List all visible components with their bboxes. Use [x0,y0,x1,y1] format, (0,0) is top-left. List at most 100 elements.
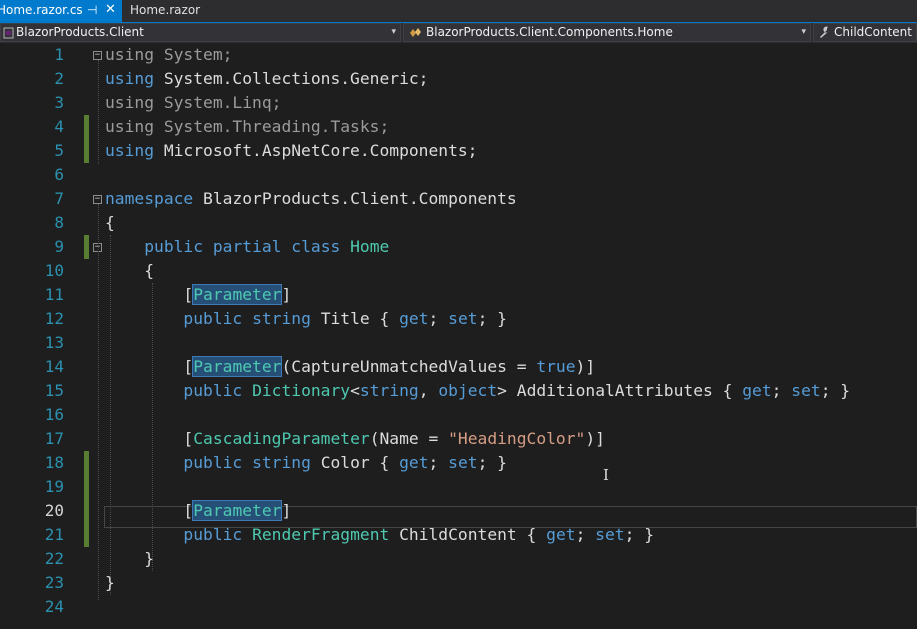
code-token: namespace [105,189,194,208]
code-token: ChildContent { [389,525,547,544]
code-token: set [595,525,625,544]
code-text: [Parameter] [105,283,291,307]
code-line[interactable]: 5 using Microsoft.AspNetCore.Components; [0,139,917,163]
code-line[interactable]: 24 [0,595,917,619]
member-name: ChildContent [834,25,912,39]
code-line[interactable]: 19 [0,475,917,499]
code-token: using System; [105,45,233,64]
code-token: [ [105,357,194,376]
project-dropdown[interactable]: BlazorProducts.Client ▾ [0,23,401,42]
code-line[interactable]: 15 public Dictionary<string, object> Add… [0,379,917,403]
code-token: [ [105,285,194,304]
code-token: Home [350,237,390,256]
chevron-down-icon: ▾ [391,27,396,37]
wrench-icon [818,24,829,41]
code-line[interactable]: 6 [0,163,917,187]
code-text: using System.Threading.Tasks; [105,115,389,139]
code-text: } [105,571,115,595]
line-number: 12 [44,309,64,328]
line-number: 24 [44,597,64,616]
member-dropdown[interactable]: ChildContent [813,23,917,42]
code-line[interactable]: 10 { [0,259,917,283]
code-token: string [252,453,311,472]
code-text: using System.Collections.Generic; [105,67,428,91]
code-token: (Name = [369,429,449,448]
highlighted-symbol: Parameter [192,356,283,377]
code-line[interactable]: 2 using System.Collections.Generic; [0,67,917,91]
code-token: CascadingParameter [193,429,370,448]
code-line[interactable]: 11 [Parameter] [0,283,917,307]
code-text: using System; [105,43,232,67]
code-token: public [144,237,204,256]
code-token: { [105,213,115,232]
code-line[interactable]: 22 } [0,547,917,571]
code-line[interactable]: 12 public string Title { get; set; } [0,307,917,331]
code-line[interactable]: 3 using System.Linq; [0,91,917,115]
tab-home-razor-cs[interactable]: Home.razor.cs ⊣ ✕ [0,0,122,22]
line-number: 22 [44,549,64,568]
code-line[interactable]: 20 [Parameter] [0,499,917,523]
line-number: 21 [44,525,64,544]
code-token: set [448,453,478,472]
code-token: partial [212,237,282,256]
code-token: ; } [477,309,507,328]
code-token: get [399,309,429,328]
code-token: RenderFragment [252,525,390,544]
code-text: namespace BlazorProducts.Client.Componen… [105,187,517,211]
code-text: public Dictionary<string, object> Additi… [105,379,850,403]
line-number: 16 [44,405,64,424]
tab-home-razor[interactable]: Home.razor [124,0,214,22]
code-line[interactable]: 4 using System.Threading.Tasks; [0,115,917,139]
code-line[interactable]: 16 [0,403,917,427]
code-token: Dictionary [252,381,351,400]
line-number: 11 [44,285,64,304]
code-line[interactable]: 17 [CascadingParameter(Name = "HeadingCo… [0,427,917,451]
code-token: using System.Threading.Tasks; [105,117,390,136]
code-token: BlazorProducts.Client.Components [193,189,517,208]
code-token: ; } [477,453,507,472]
tab-label: Home.razor [130,3,201,17]
code-token: Microsoft.AspNetCore.Components; [154,141,478,160]
code-text: { [105,259,154,283]
code-token: public [183,525,243,544]
type-dropdown[interactable]: BlazorProducts.Client.Components.Home ▾ [403,23,811,42]
code-line[interactable]: 14 [Parameter(CaptureUnmatchedValues = t… [0,355,917,379]
code-token: get [399,453,429,472]
line-number: 6 [54,165,64,184]
line-number: 19 [44,477,64,496]
code-token: ; [428,453,449,472]
code-line[interactable]: 13 [0,331,917,355]
code-text: [CascadingParameter(Name = "HeadingColor… [105,427,605,451]
code-token: true [536,357,576,376]
code-line[interactable]: 21 public RenderFragment ChildContent { … [0,523,917,547]
line-number: 8 [54,213,64,232]
code-token: public [183,453,243,472]
code-line[interactable]: 9 public partial class Home [0,235,917,259]
code-line[interactable]: 23} [0,571,917,595]
code-token: ; [428,309,449,328]
code-text: using Microsoft.AspNetCore.Components; [105,139,478,163]
code-line[interactable]: 1 using System; [0,43,917,67]
code-token: > AdditionalAttributes { [497,381,743,400]
code-token: string [359,381,419,400]
line-number: 2 [54,69,64,88]
line-number: 14 [44,357,64,376]
line-number: 18 [44,453,64,472]
code-token: using System.Linq; [105,93,282,112]
code-token: Color { [310,453,400,472]
line-number: 9 [54,237,64,256]
code-text: public string Color { get; set; } [105,451,507,475]
close-tab-icon[interactable]: ✕ [105,0,116,20]
line-number: 13 [44,333,64,352]
pin-tab-icon[interactable]: ⊣ [87,0,97,20]
code-line[interactable]: 7 namespace BlazorProducts.Client.Compone… [0,187,917,211]
code-line[interactable]: 8{ [0,211,917,235]
code-line[interactable]: 18 public string Color { get; set; } [0,451,917,475]
code-token: ; } [624,525,655,544]
code-editor[interactable]: − − − 1 using System; 2 using System.Collec… [0,43,917,629]
